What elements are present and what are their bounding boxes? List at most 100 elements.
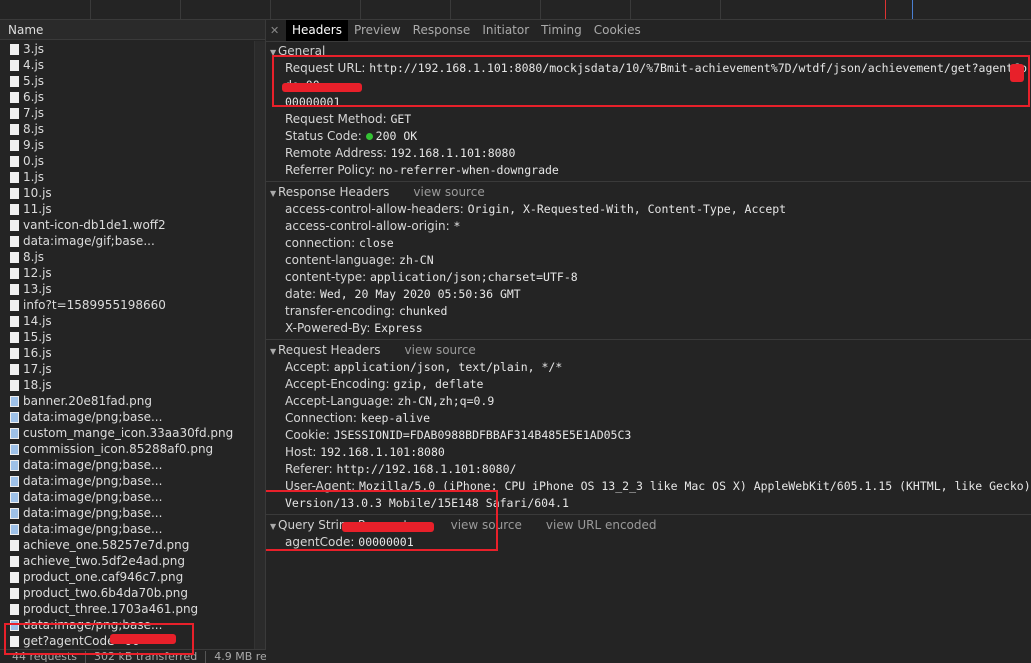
request-name: data:image/gif;base... [23,234,155,248]
request-list-item[interactable]: data:image/gif;base... [0,233,255,249]
request-list-item[interactable]: commission_icon.85288af0.png [0,441,255,457]
network-timeline[interactable] [0,0,1031,20]
timeline-dom-marker [912,0,913,19]
request-list-item[interactable]: data:image/png;base... [0,505,255,521]
header-value: zh-CN,zh;q=0.9 [397,394,495,408]
request-list-item[interactable]: 13.js [0,281,255,297]
request-list-item[interactable]: 16.js [0,345,255,361]
request-list-item[interactable]: custom_mange_icon.33aa30fd.png [0,425,255,441]
request-list-item[interactable]: 5.js [0,73,255,89]
header-value: Wed, 20 May 2020 05:50:36 GMT [319,287,521,301]
request-list-item[interactable]: 9.js [0,137,255,153]
image-icon [10,443,19,455]
request-list: 3.js 4.js 5.js 6.js 7.js 8.js 9.js 0.js 1.js 10.j… [0,41,255,649]
view-url-encoded-link[interactable]: view URL encoded [546,518,657,532]
annotation-box-query [266,490,498,551]
tab-response[interactable]: Response [407,20,477,41]
header-key: content-language: [285,253,396,267]
request-name: 10.js [23,186,52,200]
name-column-header[interactable]: Name [0,20,265,40]
tab-timing[interactable]: Timing [535,20,588,41]
file-icon [10,347,19,359]
tab-cookies[interactable]: Cookies [588,20,647,41]
file-icon [10,571,19,583]
timeline-gridline [720,0,721,19]
header-value: Origin, X-Requested-With, Content-Type, … [467,202,787,216]
request-list-item[interactable]: 3.js [0,41,255,57]
request-name: achieve_two.5df2e4ad.png [23,554,185,568]
response-headers-section-header[interactable]: ▼ Response Headers view source [266,184,1031,201]
request-list-item[interactable]: 10.js [0,185,255,201]
request-name: 15.js [23,330,52,344]
request-list-item[interactable]: 4.js [0,57,255,73]
response-header-row: date: Wed, 20 May 2020 05:50:36 GMT [266,286,1031,303]
file-icon [10,91,19,103]
request-list-item[interactable]: 14.js [0,313,255,329]
request-header-row: Host: 192.168.1.101:8080 [266,444,1031,461]
request-list-item[interactable]: data:image/png;base... [0,473,255,489]
request-list-item[interactable]: vant-icon-db1de1.woff2 [0,217,255,233]
request-headers-section-header[interactable]: ▼ Request Headers view source [266,342,1031,359]
request-list-scrollbar[interactable] [254,41,265,649]
response-header-row: content-language: zh-CN [266,252,1031,269]
request-list-item[interactable]: data:image/png;base... [0,489,255,505]
header-key: access-control-allow-origin: [285,219,450,233]
request-header-row: Accept-Language: zh-CN,zh;q=0.9 [266,393,1031,410]
request-list-item[interactable]: data:image/png;base... [0,457,255,473]
request-list-item[interactable]: product_three.1703a461.png [0,601,255,617]
request-name: 6.js [23,90,45,104]
request-name: 8.js [23,122,45,136]
response-header-row: access-control-allow-origin: * [266,218,1031,235]
header-key: Connection: [285,411,357,425]
tab-preview[interactable]: Preview [348,20,407,41]
timeline-gridline [270,0,271,19]
request-list-item[interactable]: 12.js [0,265,255,281]
file-icon [10,539,19,551]
header-key: transfer-encoding: [285,304,396,318]
headers-content: ▼ General Request URL: http://192.168.1.1… [266,43,1031,663]
remote-address-row: Remote Address: 192.168.1.101:8080 [285,146,516,160]
request-name: 17.js [23,362,52,376]
header-value: zh-CN [399,253,434,267]
request-list-item[interactable]: 11.js [0,201,255,217]
request-list-item[interactable]: 8.js [0,249,255,265]
request-list-item[interactable]: 8.js [0,121,255,137]
file-icon [10,331,19,343]
request-list-item[interactable]: 18.js [0,377,255,393]
view-source-link[interactable]: view source [405,343,476,357]
header-value: application/json, text/plain, */* [333,360,563,374]
file-icon [10,363,19,375]
request-list-item[interactable]: 0.js [0,153,255,169]
request-name: 5.js [23,74,45,88]
redaction-scribble [282,83,362,92]
timeline-gridline [630,0,631,19]
file-icon [10,283,19,295]
image-icon [10,491,19,503]
request-list-item[interactable]: 6.js [0,89,255,105]
close-icon[interactable]: ✕ [270,21,282,41]
request-list-item[interactable]: data:image/png;base... [0,409,255,425]
request-name: data:image/png;base... [23,410,163,424]
request-list-item[interactable]: achieve_two.5df2e4ad.png [0,553,255,569]
request-list-item[interactable]: achieve_one.58257e7d.png [0,537,255,553]
request-list-item[interactable]: product_one.caf946c7.png [0,569,255,585]
request-list-item[interactable]: product_two.6b4da70b.png [0,585,255,601]
request-list-item[interactable]: 15.js [0,329,255,345]
tab-initiator[interactable]: Initiator [476,20,535,41]
request-name: 7.js [23,106,45,120]
request-list-item[interactable]: 7.js [0,105,255,121]
tab-headers[interactable]: Headers [286,20,348,41]
request-list-panel: Name 3.js 4.js 5.js 6.js 7.js 8.js 9.js 0.js 1.j… [0,20,266,663]
request-name: 16.js [23,346,52,360]
header-value: JSESSIONID=FDAB0988BDFBBAF314B485E5E1AD0… [333,428,632,442]
request-name: 1.js [23,170,45,184]
request-name: 14.js [23,314,52,328]
request-list-item[interactable]: info?t=1589955198660 [0,297,255,313]
request-name: data:image/png;base... [23,458,163,472]
view-source-link[interactable]: view source [413,185,484,199]
request-list-item[interactable]: 17.js [0,361,255,377]
request-list-item[interactable]: banner.20e81fad.png [0,393,255,409]
status-ok-icon [365,133,373,140]
request-list-item[interactable]: data:image/png;base... [0,521,255,537]
request-list-item[interactable]: 1.js [0,169,255,185]
